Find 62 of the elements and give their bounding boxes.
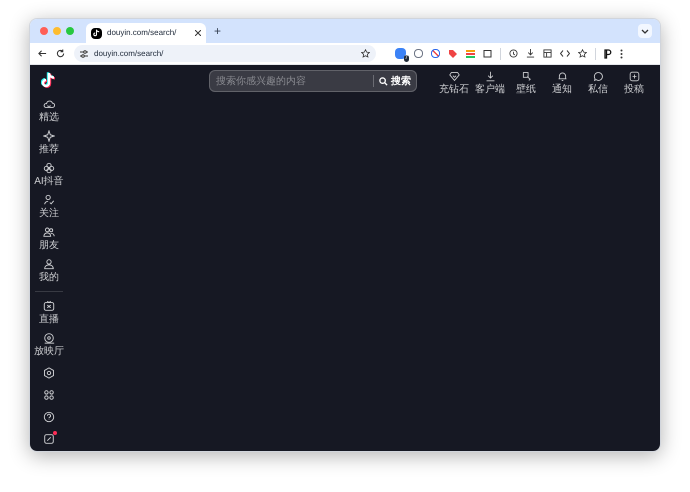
- download-icon: [484, 71, 496, 82]
- star-icon[interactable]: [361, 49, 370, 58]
- layout-icon[interactable]: [543, 49, 552, 58]
- tiktok-logo-icon: [91, 28, 102, 38]
- download-icon[interactable]: [526, 49, 535, 58]
- grid-icon: [43, 389, 55, 401]
- header-action[interactable]: 充钻石: [438, 71, 470, 95]
- person-icon: [42, 258, 55, 270]
- film-reel-icon: [43, 332, 55, 344]
- sidebar-item[interactable]: 推荐: [38, 130, 60, 155]
- tab-title: douyin.com/search/: [107, 27, 178, 39]
- search-field[interactable]: 搜索你感兴趣的内容 搜索: [209, 70, 417, 92]
- bell-icon: [556, 71, 568, 82]
- header-action[interactable]: 通知: [546, 71, 578, 95]
- sidebar-item[interactable]: AI抖音: [33, 162, 65, 187]
- header-action[interactable]: 私信: [582, 71, 614, 95]
- profile-icon[interactable]: [604, 48, 612, 58]
- url-text: douyin.com/search/: [94, 48, 164, 60]
- address-bar[interactable]: douyin.com/search/: [74, 45, 376, 62]
- sidebar-item[interactable]: 朋友: [38, 226, 60, 251]
- sparkle-icon: [42, 130, 55, 142]
- browser-tab[interactable]: douyin.com/search/: [86, 23, 206, 43]
- settings-button[interactable]: [43, 367, 55, 379]
- reload-icon[interactable]: [56, 49, 65, 58]
- help-button[interactable]: [43, 411, 55, 423]
- sidebar-item[interactable]: 精选: [38, 98, 60, 123]
- diamond-icon: [448, 71, 460, 82]
- close-icon[interactable]: [195, 30, 201, 36]
- settings-icon: [43, 367, 55, 379]
- sidebar-item[interactable]: 关注: [38, 194, 60, 219]
- back-icon[interactable]: [38, 49, 47, 58]
- note-button[interactable]: [43, 433, 55, 445]
- code-icon[interactable]: [560, 49, 570, 58]
- wallpaper-icon: [520, 71, 532, 82]
- more-icon[interactable]: [620, 48, 623, 58]
- puzzle-icon[interactable]: [483, 49, 492, 58]
- sidebar-item[interactable]: 直播: [38, 300, 60, 325]
- plus-square-icon: [628, 71, 640, 82]
- people-icon: [42, 226, 55, 238]
- site-settings-icon[interactable]: [80, 50, 88, 58]
- note-icon: [43, 433, 55, 445]
- cloud-icon: [42, 98, 55, 110]
- extension-icon[interactable]: [466, 49, 475, 58]
- new-tab-button[interactable]: +: [214, 25, 222, 37]
- grid-button[interactable]: [43, 389, 55, 401]
- sidebar-item[interactable]: 我的: [38, 258, 60, 283]
- tag-icon[interactable]: [448, 48, 458, 58]
- person-check-icon: [42, 194, 55, 206]
- flower-icon: [42, 162, 55, 174]
- tv-icon: [43, 300, 55, 312]
- sidebar-item[interactable]: 放映厅: [33, 332, 65, 357]
- search-icon: [379, 76, 388, 86]
- chevron-down-icon[interactable]: [638, 24, 652, 38]
- help-icon: [43, 411, 55, 423]
- header-action[interactable]: 客户端: [474, 71, 506, 95]
- header-action[interactable]: 投稿: [618, 71, 650, 95]
- star-icon[interactable]: [578, 49, 587, 58]
- chat-icon: [592, 71, 604, 82]
- header-action[interactable]: 壁纸: [510, 71, 542, 95]
- search-button[interactable]: 搜索: [379, 74, 411, 88]
- history-icon[interactable]: [509, 49, 518, 58]
- douyin-logo-icon[interactable]: [41, 71, 57, 89]
